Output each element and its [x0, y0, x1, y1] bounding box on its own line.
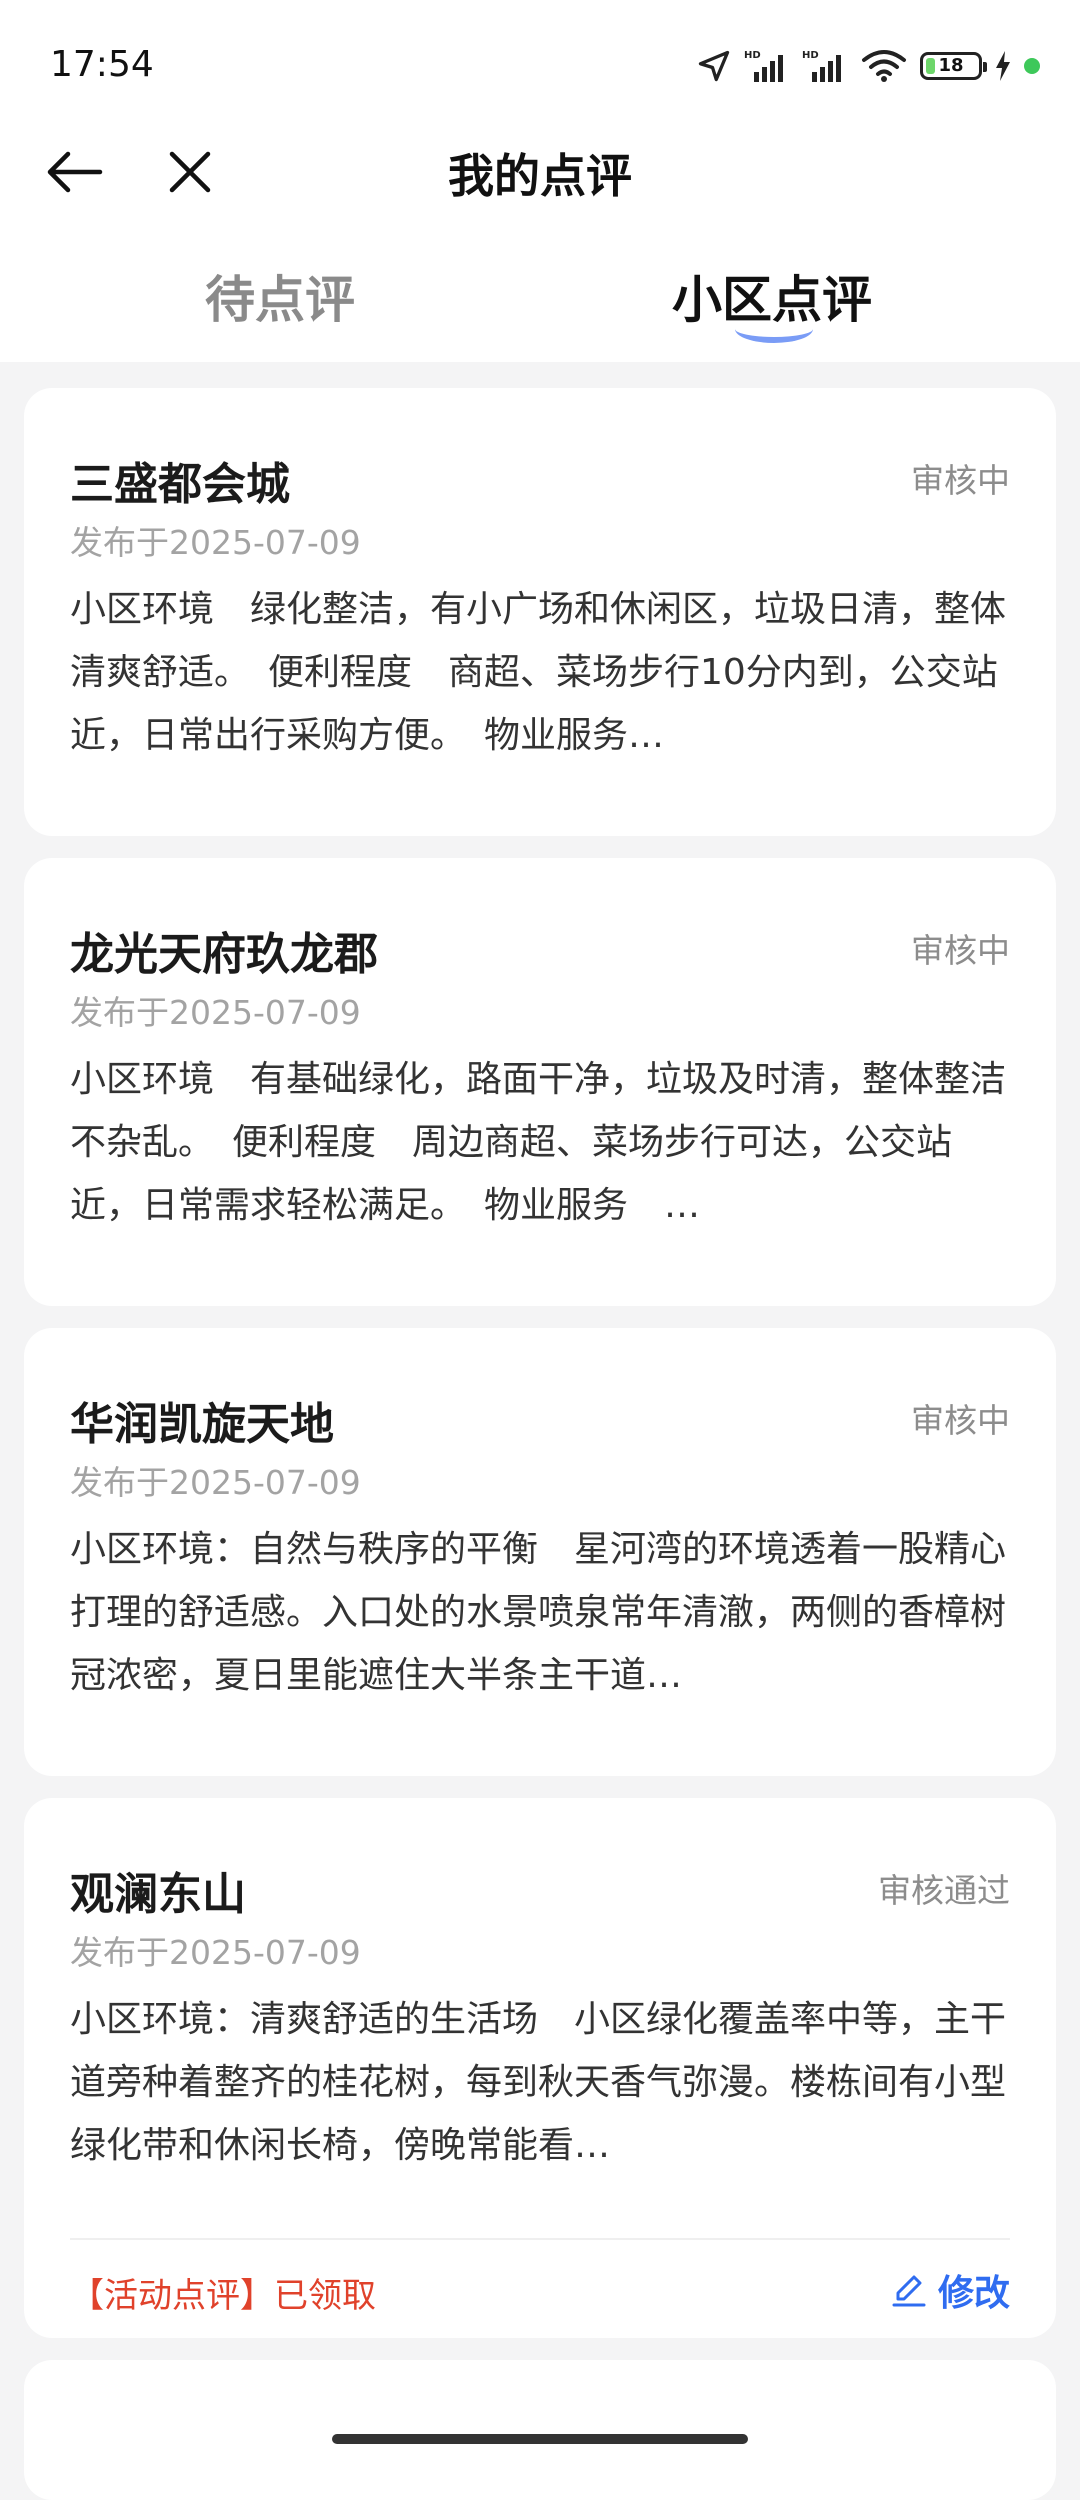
battery-level-text: 18 — [938, 55, 964, 76]
review-status: 审核中 — [911, 931, 1010, 970]
publish-date: 发布于2025-07-09 — [70, 993, 361, 1032]
review-content: 小区环境 有基础绿化，路面干净，垃圾及时清，整体整洁不杂乱。 便利程度 周边商超… — [70, 1059, 1007, 1226]
community-name: 龙光天府玖龙郡 — [70, 929, 378, 980]
tab-bar: 待点评 小区点评 — [0, 250, 1080, 350]
signal-hd-2-icon: HD — [802, 48, 848, 84]
review-status: 审核通过 — [878, 1871, 1010, 1910]
header: 我的点评 — [0, 120, 1080, 220]
status-time: 17:54 — [50, 44, 154, 85]
review-status: 审核中 — [911, 461, 1010, 500]
review-status: 审核中 — [911, 1401, 1010, 1440]
review-card-partial[interactable] — [24, 2360, 1056, 2500]
page-title: 我的点评 — [448, 149, 632, 203]
charging-icon — [994, 50, 1012, 82]
review-content: 小区环境 绿化整洁，有小广场和休闲区，垃圾日清，整体清爽舒适。 便利程度 商超、… — [70, 589, 1007, 756]
publish-date: 发布于2025-07-09 — [70, 1463, 361, 1502]
battery-fill — [926, 58, 935, 74]
svg-text:HD: HD — [802, 50, 819, 61]
review-card[interactable]: 龙光天府玖龙郡 审核中 发布于2025-07-09 小区环境 有基础绿化，路面干… — [24, 858, 1056, 1306]
privacy-dot-icon — [1024, 58, 1040, 74]
status-icons: HD HD 18 — [696, 46, 1040, 86]
community-name: 三盛都会城 — [70, 459, 290, 510]
review-card[interactable]: 三盛都会城 审核中 发布于2025-07-09 小区环境 绿化整洁，有小广场和休… — [24, 388, 1056, 836]
edit-pencil-icon — [892, 2275, 926, 2307]
review-card[interactable]: 观澜东山 审核通过 发布于2025-07-09 小区环境：清爽舒适的生活场 小区… — [24, 1798, 1056, 2338]
review-content: 小区环境：自然与秩序的平衡 星河湾的环境透着一股精心打理的舒适感。入口处的水景喷… — [70, 1529, 1007, 1696]
location-icon — [696, 48, 732, 84]
edit-label: 修改 — [937, 2273, 1010, 2314]
tab-pending-reviews[interactable]: 待点评 — [205, 260, 355, 332]
community-name: 观澜东山 — [70, 1869, 246, 1920]
review-card[interactable]: 华润凯旋天地 审核中 发布于2025-07-09 小区环境：自然与秩序的平衡 星… — [24, 1328, 1056, 1776]
edit-button[interactable]: 修改 — [890, 2264, 1010, 2316]
battery-icon: 18 — [920, 52, 987, 80]
svg-text:HD: HD — [744, 50, 761, 61]
home-indicator[interactable] — [332, 2434, 748, 2444]
publish-date: 发布于2025-07-09 — [70, 1933, 361, 1972]
review-content: 小区环境：清爽舒适的生活场 小区绿化覆盖率中等，主干道旁种着整齐的桂花树，每到秋… — [70, 1999, 1007, 2166]
active-tab-indicator — [735, 315, 813, 343]
wifi-icon — [860, 48, 908, 84]
signal-hd-1-icon: HD — [744, 48, 790, 84]
publish-date: 发布于2025-07-09 — [70, 523, 361, 562]
card-divider — [70, 2238, 1010, 2240]
community-name: 华润凯旋天地 — [70, 1399, 334, 1450]
activity-review-label: 【活动点评】已领取 — [70, 2276, 376, 2316]
